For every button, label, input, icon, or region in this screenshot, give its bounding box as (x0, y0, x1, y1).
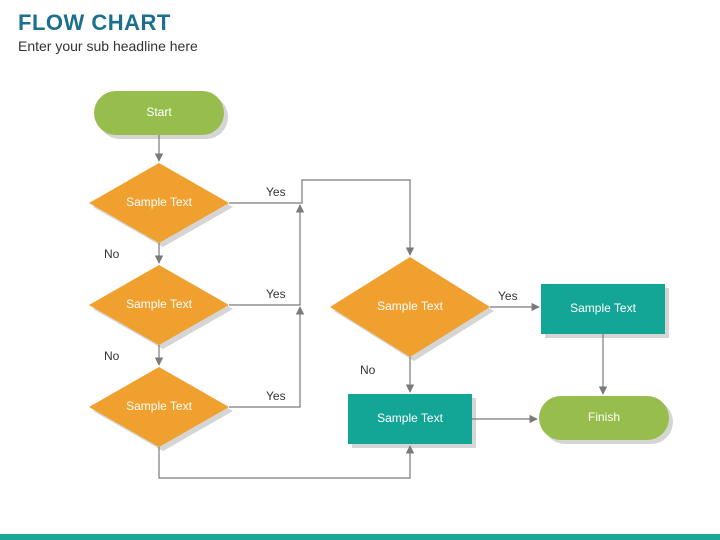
edge-d3-yes-label: Yes (266, 389, 286, 403)
node-start: Start (94, 91, 228, 139)
node-decision-1: Sample Text (89, 163, 233, 247)
edge-d2-yes-label: Yes (266, 287, 286, 301)
edge-d2-merge (229, 205, 300, 305)
footer-accent-bar (0, 534, 720, 540)
node-decision-3: Sample Text (89, 367, 233, 451)
node-decision-3-label: Sample Text (126, 399, 192, 413)
edge-d1-d4 (229, 180, 410, 255)
edge-d4-yes-label: Yes (498, 289, 518, 303)
node-decision-4-label: Sample Text (377, 299, 443, 313)
node-decision-1-label: Sample Text (126, 195, 192, 209)
node-process-1-label: Sample Text (570, 301, 636, 315)
node-finish: Finish (539, 396, 673, 444)
node-decision-4: Sample Text (330, 257, 494, 361)
node-process-2: Sample Text (348, 394, 476, 448)
node-decision-2: Sample Text (89, 265, 233, 349)
flowchart-canvas: Start Sample Text Sample Text Sample Tex… (0, 0, 720, 540)
edge-d3-merge (229, 307, 300, 407)
edge-d4-no-label: No (360, 363, 376, 377)
node-process-1: Sample Text (541, 284, 669, 338)
edge-d2-no-label: No (104, 349, 120, 363)
edge-d1-yes-label: Yes (266, 185, 286, 199)
edge-d3-bottom (159, 446, 410, 478)
node-finish-label: Finish (588, 410, 620, 424)
edge-d1-no-label: No (104, 247, 120, 261)
node-start-label: Start (146, 105, 172, 119)
node-decision-2-label: Sample Text (126, 297, 192, 311)
node-process-2-label: Sample Text (377, 411, 443, 425)
